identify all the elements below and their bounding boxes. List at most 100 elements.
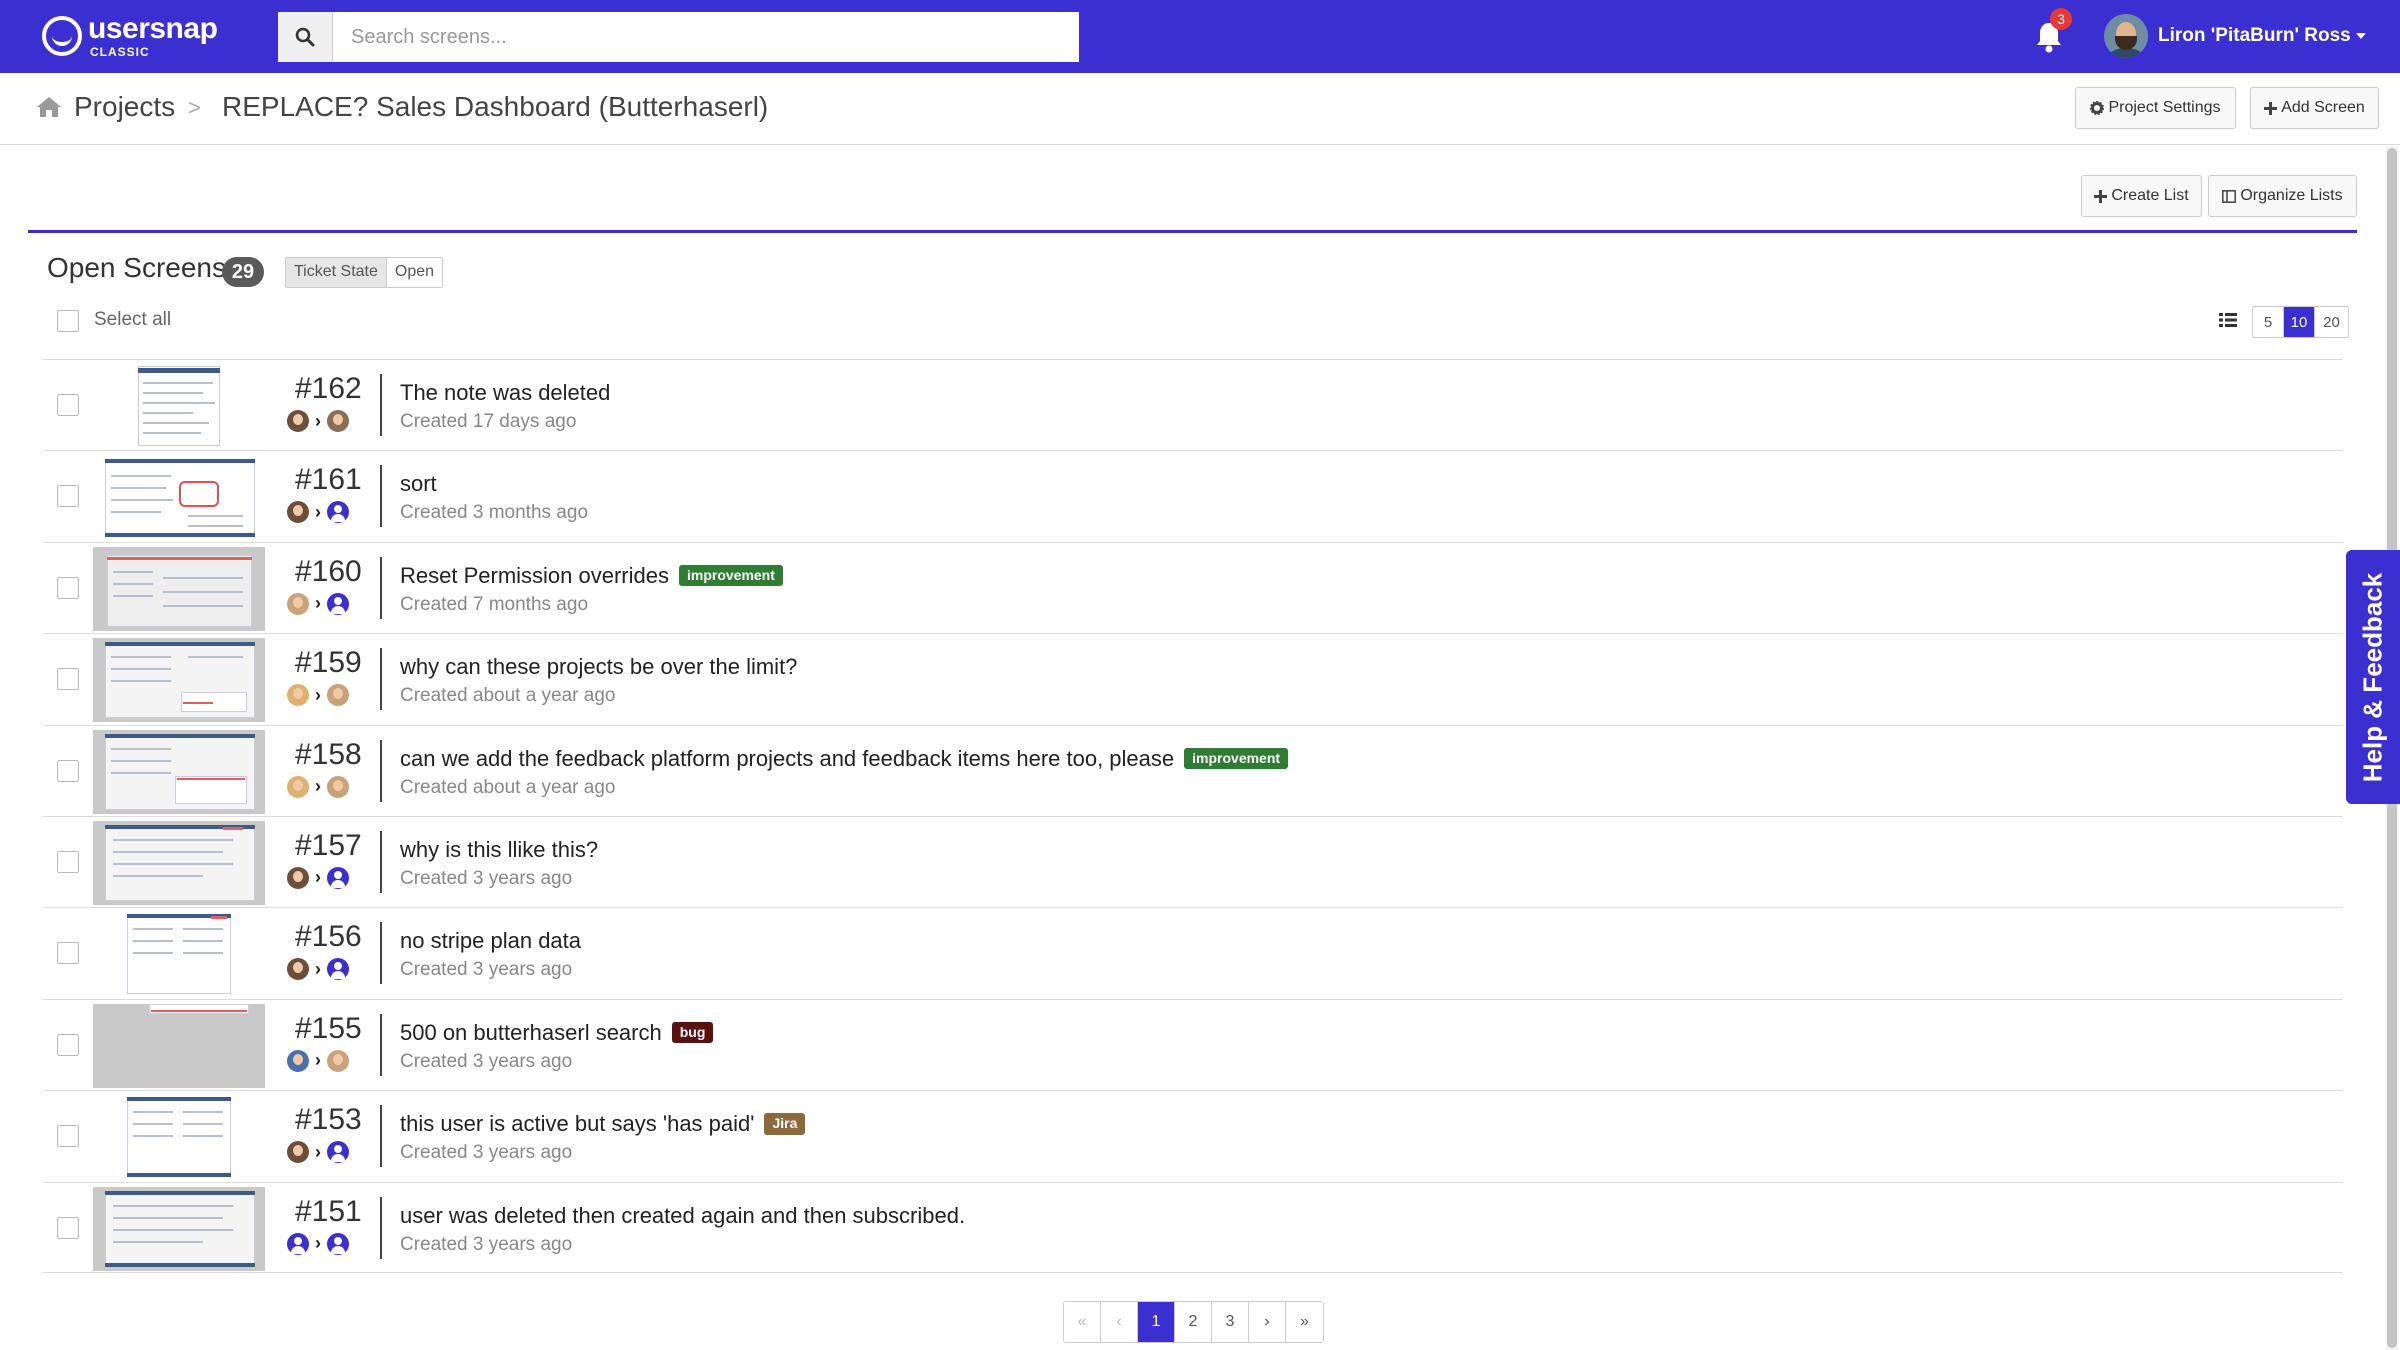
list-view-icon[interactable]: [2218, 310, 2238, 330]
screen-number[interactable]: #153: [295, 1103, 362, 1137]
pagination-first[interactable]: «: [1064, 1302, 1101, 1342]
pagination-prev[interactable]: ‹: [1101, 1302, 1138, 1342]
search-button[interactable]: [278, 12, 333, 62]
logo-sub: CLASSIC: [90, 45, 150, 59]
screen-number[interactable]: #157: [295, 829, 362, 863]
row-checkbox[interactable]: [57, 1216, 79, 1239]
create-list-label: Create List: [2111, 187, 2189, 204]
screen-thumbnail[interactable]: [93, 638, 265, 723]
pagination-page-1[interactable]: 1: [1138, 1302, 1175, 1342]
select-all-label[interactable]: Select all: [94, 309, 171, 331]
screen-title[interactable]: Reset Permission overrides: [400, 563, 669, 589]
screen-number[interactable]: #161: [295, 463, 362, 497]
pagination-next[interactable]: ›: [1249, 1302, 1286, 1342]
chevron-down-icon: [2355, 33, 2366, 39]
assignment: ›: [287, 1141, 349, 1164]
table-row[interactable]: #162 › The note was deleted Created 17 d…: [43, 359, 2343, 450]
row-checkbox[interactable]: [57, 668, 79, 691]
ticket-state-filter[interactable]: Ticket State Open: [285, 257, 444, 288]
reporter-avatar: [287, 592, 309, 615]
help-feedback-tab[interactable]: Help & Feedback: [2346, 550, 2400, 804]
row-checkbox[interactable]: [57, 1033, 79, 1056]
screen-title[interactable]: can we add the feedback platform project…: [400, 746, 1174, 772]
search-input[interactable]: [333, 12, 1079, 62]
user-menu[interactable]: Liron 'PitaBurn' Ross: [2104, 14, 2366, 58]
table-row[interactable]: #157 › why is this llike this? Created 3…: [43, 815, 2343, 907]
screen-number[interactable]: #160: [295, 555, 362, 589]
screen-number[interactable]: #151: [295, 1195, 362, 1229]
screen-number[interactable]: #155: [295, 1012, 362, 1046]
screen-thumbnail[interactable]: [93, 912, 265, 997]
table-row[interactable]: #153 › this user is active but says 'has…: [43, 1090, 2343, 1181]
created-time: Created about a year ago: [400, 776, 616, 798]
add-screen-button[interactable]: Add Screen: [2250, 87, 2379, 129]
chevron-right-icon: ›: [315, 410, 321, 431]
screen-title[interactable]: no stripe plan data: [400, 928, 581, 954]
breadcrumb: Projects > REPLACE? Sales Dashboard (But…: [0, 73, 2400, 145]
screen-number[interactable]: #159: [295, 646, 362, 680]
usersnap-logo[interactable]: usersnap CLASSIC: [42, 14, 218, 59]
row-checkbox[interactable]: [57, 1125, 79, 1148]
page-size-20[interactable]: 20: [2315, 307, 2348, 337]
screen-title[interactable]: sort: [400, 471, 437, 497]
breadcrumb-projects-link[interactable]: Projects: [74, 91, 175, 123]
jira-tag[interactable]: Jira: [764, 1113, 806, 1135]
screen-thumbnail[interactable]: [93, 820, 265, 905]
plus-icon: [2094, 189, 2108, 203]
project-settings-button[interactable]: Project Settings: [2075, 87, 2236, 129]
screen-number[interactable]: #156: [295, 920, 362, 954]
chevron-right-icon: ›: [315, 684, 321, 705]
table-row[interactable]: #151 › user was deleted then created aga…: [43, 1181, 2343, 1273]
assignee-avatar: [327, 1049, 349, 1072]
assignee-avatar: [327, 684, 349, 707]
screen-thumbnail[interactable]: [93, 1095, 265, 1180]
screen-thumbnail[interactable]: [93, 1186, 265, 1271]
add-screen-label: Add Screen: [2281, 99, 2365, 116]
pagination-last[interactable]: »: [1286, 1302, 1323, 1342]
screen-thumbnail[interactable]: [93, 729, 265, 814]
row-checkbox[interactable]: [57, 759, 79, 782]
screen-thumbnail[interactable]: [93, 1003, 265, 1088]
assignee-avatar: [327, 410, 349, 432]
screen-thumbnail[interactable]: [93, 364, 265, 448]
notification-badge: 3: [2050, 8, 2072, 30]
assignment: ›: [287, 958, 349, 981]
create-list-button[interactable]: Create List: [2081, 175, 2202, 217]
improvement-tag[interactable]: improvement: [678, 565, 783, 587]
screen-thumbnail[interactable]: [93, 546, 265, 631]
screen-title[interactable]: why is this llike this?: [400, 837, 598, 863]
table-row[interactable]: #155 › 500 on butterhaserl search bug Cr…: [43, 998, 2343, 1090]
table-row[interactable]: #158 › can we add the feedback platform …: [43, 724, 2343, 816]
row-checkbox[interactable]: [57, 850, 79, 873]
organize-lists-button[interactable]: Organize Lists: [2208, 175, 2357, 217]
improvement-tag[interactable]: improvement: [1184, 747, 1289, 770]
table-row[interactable]: #161 › sort Created 3 months ago: [43, 450, 2343, 541]
plus-icon: [2264, 101, 2278, 115]
page-size-5[interactable]: 5: [2253, 307, 2284, 337]
created-time: Created 3 years ago: [400, 959, 573, 981]
row-checkbox[interactable]: [57, 576, 79, 599]
bug-tag[interactable]: bug: [671, 1022, 714, 1044]
row-checkbox[interactable]: [57, 485, 79, 508]
screen-number[interactable]: #162: [295, 372, 362, 406]
assignment: ›: [287, 1232, 349, 1255]
screen-number[interactable]: #158: [295, 738, 362, 772]
table-row[interactable]: #160 › Reset Permission overrides improv…: [43, 541, 2343, 633]
row-checkbox[interactable]: [57, 942, 79, 965]
screen-title[interactable]: this user is active but says 'has paid': [400, 1111, 754, 1137]
pagination-page-2[interactable]: 2: [1175, 1302, 1212, 1342]
page-size-10[interactable]: 10: [2284, 307, 2315, 337]
reporter-avatar: [287, 1232, 309, 1255]
help-feedback-label: Help & Feedback: [2357, 572, 2388, 782]
screen-title[interactable]: user was deleted then created again and …: [400, 1203, 965, 1229]
screen-title[interactable]: The note was deleted: [400, 380, 610, 406]
screen-thumbnail[interactable]: [93, 455, 265, 540]
table-row[interactable]: #156 › no stripe plan data Created 3 yea…: [43, 907, 2343, 998]
row-checkbox[interactable]: [57, 394, 79, 416]
home-icon[interactable]: [36, 95, 62, 119]
screen-title[interactable]: why can these projects be over the limit…: [400, 654, 797, 680]
pagination-page-3[interactable]: 3: [1212, 1302, 1249, 1342]
table-row[interactable]: #159 › why can these projects be over th…: [43, 633, 2343, 724]
select-all-checkbox[interactable]: [57, 310, 79, 332]
screen-title[interactable]: 500 on butterhaserl search: [400, 1020, 662, 1046]
